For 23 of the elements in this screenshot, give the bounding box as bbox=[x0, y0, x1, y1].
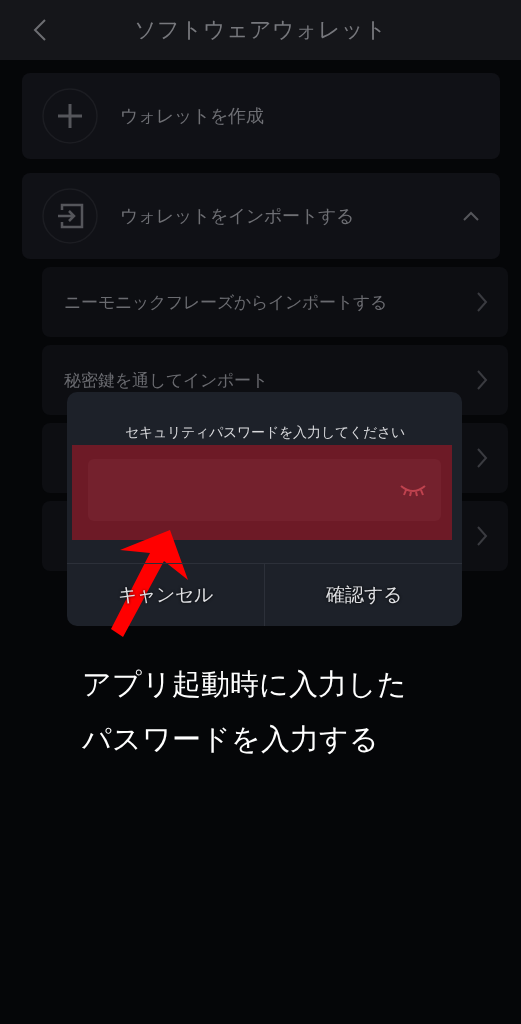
chevron-right-icon bbox=[476, 291, 488, 313]
back-icon[interactable] bbox=[33, 18, 47, 42]
confirm-button[interactable]: 確認する bbox=[265, 564, 462, 626]
chevron-right-icon bbox=[476, 447, 488, 469]
import-option[interactable]: ニーモニックフレーズからインポートする bbox=[42, 267, 508, 337]
caption-text: パスワードを入力する bbox=[82, 721, 380, 758]
option-label: ニーモニックフレーズからインポートする bbox=[64, 290, 388, 314]
eye-closed-icon[interactable] bbox=[399, 483, 427, 497]
menu-label: ウォレットを作成 bbox=[120, 104, 265, 128]
plus-icon bbox=[42, 88, 98, 144]
screen-title: ソフトウェアウォレット bbox=[133, 16, 388, 44]
arrow-icon bbox=[110, 530, 190, 640]
option-label: 秘密鍵を通してインポート bbox=[64, 368, 269, 392]
menu-label: ウォレットをインポートする bbox=[120, 204, 355, 228]
menu-card[interactable]: ウォレットをインポートする bbox=[22, 173, 500, 259]
chevron-icon[interactable] bbox=[462, 210, 480, 222]
password-field[interactable] bbox=[88, 459, 441, 521]
dialog-title: セキュリティパスワードを入力してください bbox=[123, 424, 406, 442]
caption-text: アプリ起動時に入力した bbox=[82, 666, 407, 703]
import-icon bbox=[42, 188, 98, 244]
menu-card[interactable]: ウォレットを作成 bbox=[22, 73, 500, 159]
chevron-right-icon bbox=[476, 525, 488, 547]
chevron-right-icon bbox=[476, 369, 488, 391]
